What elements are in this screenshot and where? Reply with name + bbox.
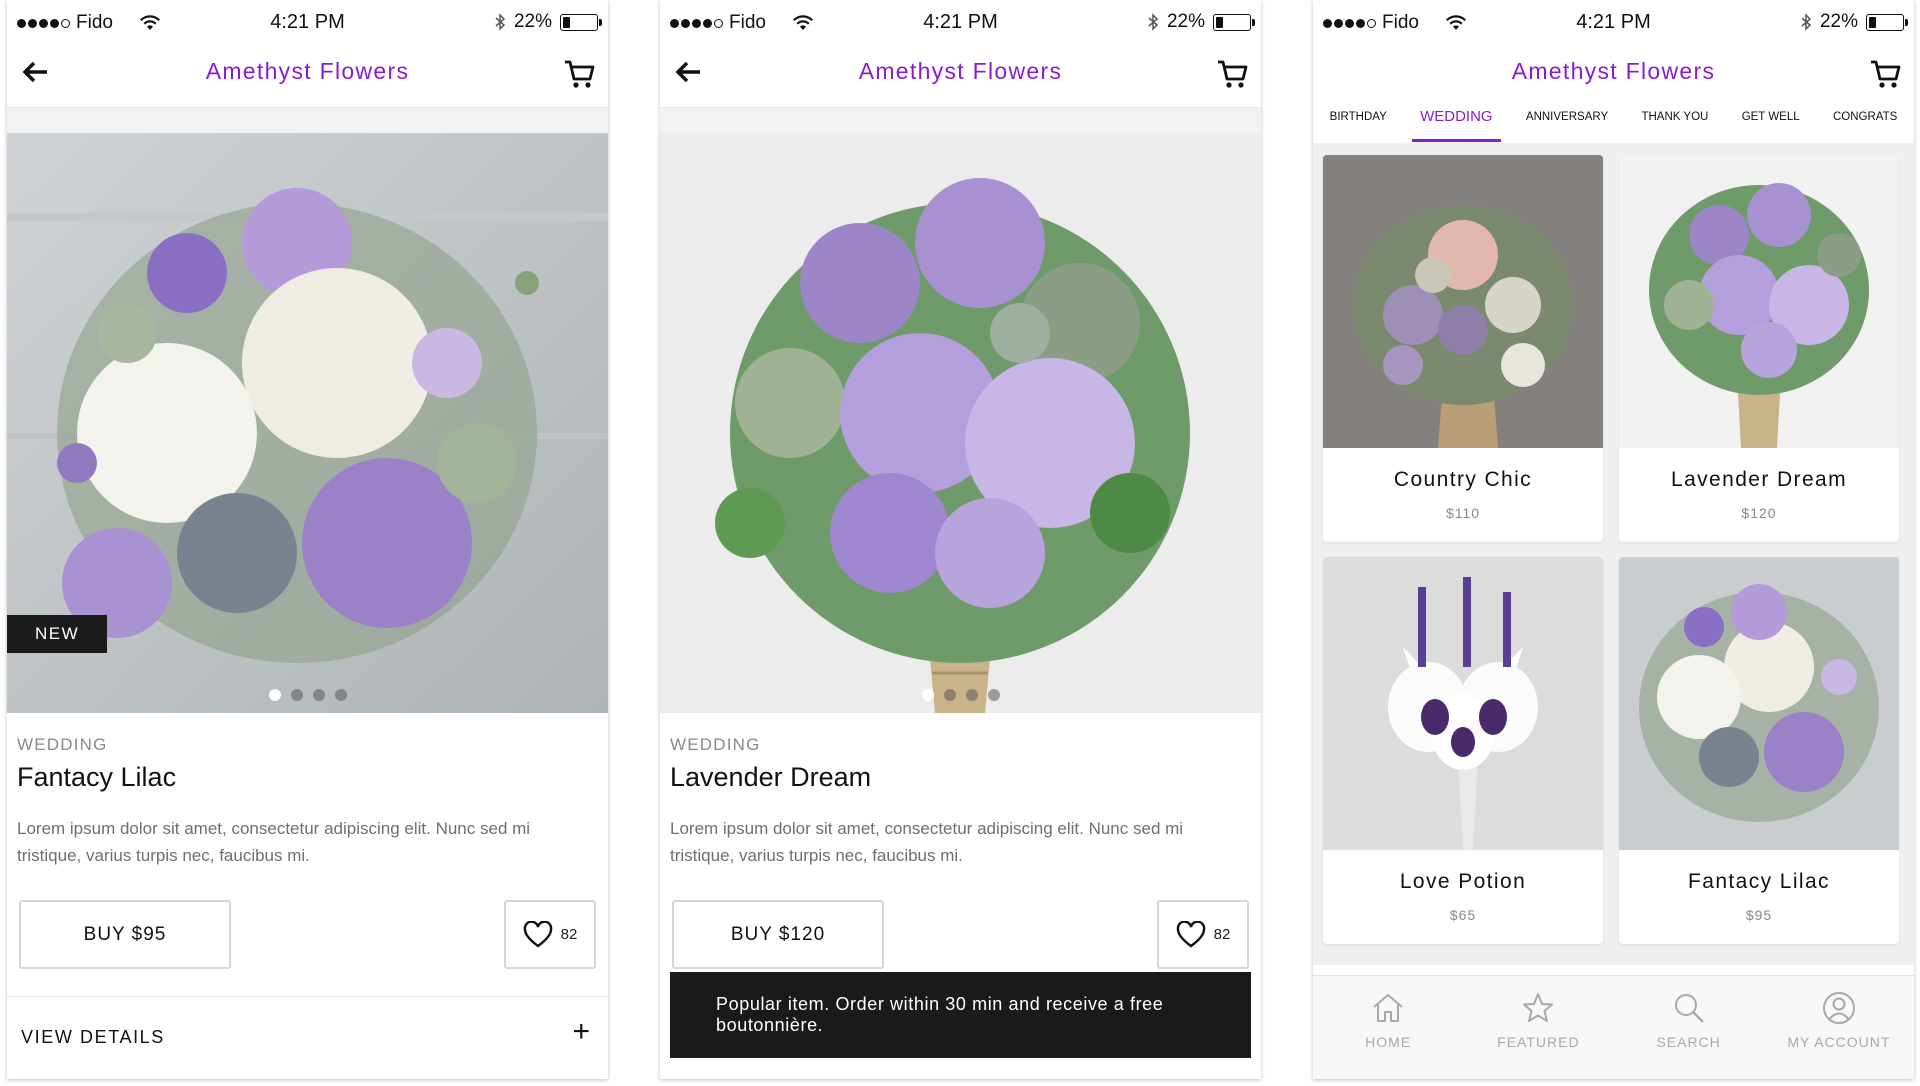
- product-image: [1619, 155, 1899, 448]
- search-icon: [1674, 994, 1704, 1023]
- nav-bar: Amethyst Flowers: [660, 44, 1261, 106]
- tabbar-search[interactable]: SEARCH: [1629, 990, 1749, 1050]
- tab-anniversary[interactable]: ANNIVERSARY: [1518, 106, 1616, 142]
- heart-icon: [523, 920, 552, 947]
- product-name: Country Chic: [1393, 468, 1533, 491]
- pager-dot[interactable]: [334, 689, 347, 701]
- pager-dot[interactable]: [290, 689, 303, 701]
- battery-percent: 22%: [1166, 11, 1205, 32]
- carousel-pager[interactable]: [660, 689, 1261, 701]
- category-tabs: BIRTHDAY WEDDING ANNIVERSARY THANK YOU G…: [1313, 106, 1914, 142]
- pager-dot[interactable]: [943, 689, 956, 701]
- product-card[interactable]: Fantacy Lilac $95: [1619, 557, 1899, 944]
- view-details-row[interactable]: VIEW DETAILS +: [7, 996, 608, 1079]
- cart-icon[interactable]: [1215, 56, 1251, 92]
- product-grid: Country Chic $110 Lavender Dream $120 Lo…: [1313, 143, 1914, 965]
- product-price: $110: [1445, 505, 1481, 521]
- product-description: Lorem ipsum dolor sit amet, consectetur …: [17, 819, 531, 865]
- tabbar-label: SEARCH: [1656, 1034, 1721, 1050]
- nav-bar: Amethyst Flowers: [1313, 44, 1914, 106]
- tabbar-label: HOME: [1365, 1034, 1412, 1050]
- product-name: Lavender Dream: [1670, 468, 1847, 491]
- star-icon: [1523, 993, 1554, 1022]
- product-image: [1323, 155, 1603, 448]
- like-button[interactable]: 82: [1157, 900, 1249, 969]
- status-bar: Fido 4:21 PM 22%: [7, 0, 608, 44]
- product-image: [1619, 557, 1899, 850]
- product-card[interactable]: Love Potion $65: [1323, 557, 1603, 944]
- pager-dot[interactable]: [268, 689, 281, 701]
- tab-wedding[interactable]: WEDDING: [1412, 106, 1501, 142]
- product-image: [1323, 557, 1603, 850]
- battery-percent: 22%: [513, 11, 552, 32]
- pager-dot[interactable]: [312, 689, 325, 701]
- product-name: Fantacy Lilac: [1688, 870, 1830, 893]
- pager-dot[interactable]: [987, 689, 1000, 701]
- divider-strip: [7, 107, 608, 133]
- product-detail-screen-toast: Fido 4:21 PM 22% Amethyst Flowers WEDDIN…: [660, 0, 1261, 1079]
- like-count: 82: [1213, 926, 1231, 943]
- product-price: $120: [1741, 505, 1777, 521]
- bluetooth-icon: [1148, 13, 1159, 31]
- tabbar-home[interactable]: HOME: [1328, 990, 1448, 1050]
- battery-percent: 22%: [1819, 11, 1858, 32]
- product-price: $95: [1745, 907, 1773, 923]
- product-price: $65: [1449, 907, 1477, 923]
- view-details-label: VIEW DETAILS: [21, 1027, 165, 1047]
- tabbar-featured[interactable]: FEATURED: [1478, 990, 1598, 1050]
- product-image-carousel[interactable]: [660, 133, 1261, 713]
- battery-icon: [1866, 13, 1908, 31]
- plus-icon[interactable]: +: [572, 1015, 590, 1049]
- app-title: Amethyst Flowers: [858, 58, 1063, 84]
- nav-bar: Amethyst Flowers: [7, 44, 608, 106]
- product-detail-screen: Fido 4:21 PM 22% Amethyst Flowers NEW WE…: [7, 0, 608, 1079]
- product-name: Fantacy Lilac: [17, 762, 177, 792]
- pager-dot[interactable]: [965, 689, 978, 701]
- bluetooth-icon: [1801, 13, 1812, 31]
- status-bar: Fido 4:21 PM 22%: [1313, 0, 1914, 44]
- product-description: Lorem ipsum dolor sit amet, consectetur …: [670, 819, 1184, 865]
- tab-birthday[interactable]: BIRTHDAY: [1322, 106, 1395, 142]
- product-name: Lavender Dream: [670, 762, 872, 792]
- tabbar-my-account[interactable]: MY ACCOUNT: [1779, 990, 1899, 1050]
- tab-congrats[interactable]: CONGRATS: [1825, 106, 1905, 142]
- product-card[interactable]: Country Chic $110: [1323, 155, 1603, 542]
- bouquet-image: [660, 133, 1261, 713]
- tabbar-label: MY ACCOUNT: [1787, 1034, 1891, 1050]
- status-bar: Fido 4:21 PM 22%: [660, 0, 1261, 44]
- buy-button[interactable]: BUY $120: [672, 900, 884, 969]
- divider-strip: [660, 107, 1261, 133]
- product-card[interactable]: Lavender Dream $120: [1619, 155, 1899, 542]
- app-title: Amethyst Flowers: [205, 58, 410, 84]
- carousel-pager[interactable]: [7, 689, 608, 701]
- cart-icon[interactable]: [1868, 56, 1904, 92]
- bluetooth-icon: [495, 13, 506, 31]
- app-title: Amethyst Flowers: [1511, 58, 1716, 84]
- product-name: Love Potion: [1399, 870, 1527, 893]
- buy-button[interactable]: BUY $95: [19, 900, 231, 969]
- home-icon: [1373, 994, 1403, 1022]
- bottom-tab-bar: HOME FEATURED SEARCH MY ACCOUNT: [1313, 975, 1914, 1079]
- product-image-carousel[interactable]: NEW: [7, 133, 608, 713]
- product-category: WEDDING: [670, 735, 761, 754]
- heart-icon: [1176, 920, 1205, 947]
- promo-toast[interactable]: Popular item. Order within 30 min and re…: [670, 972, 1251, 1058]
- like-count: 82: [560, 926, 578, 943]
- new-badge: NEW: [7, 615, 108, 653]
- catalog-screen: Fido 4:21 PM 22% Amethyst Flowers BIRTHD…: [1313, 0, 1914, 1079]
- pager-dot[interactable]: [921, 689, 934, 701]
- product-category: WEDDING: [17, 735, 108, 754]
- cart-icon[interactable]: [562, 56, 598, 92]
- tab-thank-you[interactable]: THANK YOU: [1633, 106, 1716, 142]
- account-icon: [1822, 992, 1855, 1024]
- battery-icon: [560, 13, 602, 31]
- tab-get-well[interactable]: GET WELL: [1734, 106, 1808, 142]
- battery-icon: [1213, 13, 1255, 31]
- tabbar-label: FEATURED: [1497, 1034, 1580, 1050]
- like-button[interactable]: 82: [504, 900, 596, 969]
